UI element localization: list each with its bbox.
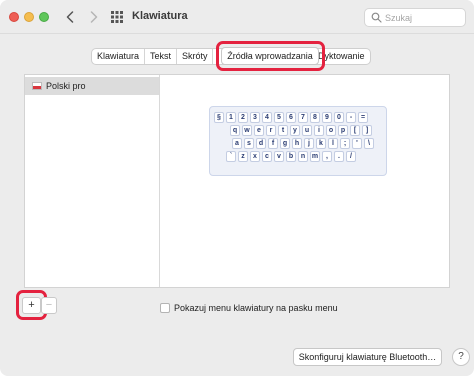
keyboard-key: 2: [238, 112, 248, 123]
tab-input-sources[interactable]: Źródła wprowadzania: [221, 47, 319, 65]
keyboard-key: 3: [250, 112, 260, 123]
keyboard-key: `: [226, 151, 236, 162]
keyboard-key: a: [232, 138, 242, 149]
keyboard-key: p: [338, 125, 348, 136]
keyboard-key: n: [298, 151, 308, 162]
keyboard-key: r: [266, 125, 276, 136]
keyboard-key: 1: [226, 112, 236, 123]
close-window-button[interactable]: [9, 12, 19, 22]
keyboard-key: l: [328, 138, 338, 149]
keyboard-key: 0: [334, 112, 344, 123]
chevron-left-icon: [66, 11, 74, 23]
remove-input-source-button[interactable]: −: [41, 297, 57, 314]
keyboard-key: 8: [310, 112, 320, 123]
show-input-menu-checkbox[interactable]: [160, 303, 170, 313]
list-item[interactable]: Polski pro: [25, 77, 159, 95]
keyboard-key: i: [314, 125, 324, 136]
keyboard-key: 6: [286, 112, 296, 123]
keyboard-key: \: [364, 138, 374, 149]
setup-bluetooth-keyboard-button[interactable]: Skonfiguruj klawiaturę Bluetooth…: [293, 348, 442, 366]
list-item-label: Polski pro: [46, 81, 86, 91]
keyboard-key: g: [280, 138, 290, 149]
search-icon: [371, 12, 382, 23]
minimize-window-button[interactable]: [24, 12, 34, 22]
keyboard-row: ` z x c v b n m,. /: [226, 151, 356, 162]
keyboard-key: t: [278, 125, 288, 136]
keyboard-key: f: [268, 138, 278, 149]
keyboard-key: 7: [298, 112, 308, 123]
keyboard-key: d: [256, 138, 266, 149]
keyboard-key: 4: [262, 112, 272, 123]
zoom-window-button[interactable]: [39, 12, 49, 22]
keyboard-key: 5: [274, 112, 284, 123]
keyboard-key: ]: [362, 125, 372, 136]
keyboard-key: j: [304, 138, 314, 149]
tab-keyboard[interactable]: Klawiatura: [92, 49, 146, 64]
keyboard-key: -: [346, 112, 356, 123]
title-bar: Klawiatura Szukaj: [0, 0, 474, 34]
keyboard-key: k: [316, 138, 326, 149]
keyboard-key: v: [274, 151, 284, 162]
input-sources-panel: Polski pro § 1 2 3 4 5 6 7 8 9 0- = q w e r t y u i o p[] as…: [24, 74, 450, 288]
chevron-right-icon: [90, 11, 98, 23]
window-title: Klawiatura: [132, 10, 188, 22]
show-input-menu-label: Pokazuj menu klawiatury na pasku menu: [174, 303, 338, 313]
polish-flag-icon: [32, 82, 42, 90]
keyboard-key: /: [346, 151, 356, 162]
keyboard-key: x: [250, 151, 260, 162]
grid-icon: [111, 11, 123, 23]
keyboard-key: y: [290, 125, 300, 136]
keyboard-key: q: [230, 125, 240, 136]
keyboard-key: m: [310, 151, 320, 162]
keyboard-key: b: [286, 151, 296, 162]
keyboard-key: u: [302, 125, 312, 136]
keyboard-key: [: [350, 125, 360, 136]
keyboard-row: q w e r t y u i o p[]: [230, 125, 372, 136]
tab-shortcuts[interactable]: Skróty: [177, 49, 214, 64]
keyboard-row: a s d f g h j k l; ' \: [232, 138, 374, 149]
back-button[interactable]: [62, 8, 78, 26]
forward-button[interactable]: [86, 8, 102, 26]
input-sources-list: Polski pro: [25, 75, 160, 287]
keyboard-key: e: [254, 125, 264, 136]
keyboard-key: §: [214, 112, 224, 123]
keyboard-key: .: [334, 151, 344, 162]
keyboard-row: § 1 2 3 4 5 6 7 8 9 0- =: [214, 112, 368, 123]
tab-text[interactable]: Tekst: [145, 49, 178, 64]
keyboard-key: c: [262, 151, 272, 162]
keyboard-key: w: [242, 125, 252, 136]
keyboard-key: ': [352, 138, 362, 149]
keyboard-key: h: [292, 138, 302, 149]
keyboard-key: o: [326, 125, 336, 136]
show-all-preferences-button[interactable]: [110, 10, 124, 24]
search-field[interactable]: Szukaj: [364, 8, 466, 27]
add-input-source-button[interactable]: +: [22, 297, 41, 314]
keyboard-key: ;: [340, 138, 350, 149]
keyboard-preferences-window: Klawiatura Szukaj Klawiatura Tekst Skrót…: [0, 0, 474, 376]
keyboard-layout-preview: § 1 2 3 4 5 6 7 8 9 0- = q w e r t y u i o p[] a s d f g h j k l; ' \ …: [209, 106, 387, 176]
keyboard-key: =: [358, 112, 368, 123]
search-placeholder: Szukaj: [385, 13, 413, 23]
help-button[interactable]: ?: [452, 348, 470, 366]
keyboard-key: z: [238, 151, 248, 162]
keyboard-key: ,: [322, 151, 332, 162]
keyboard-key: s: [244, 138, 254, 149]
keyboard-key: 9: [322, 112, 332, 123]
